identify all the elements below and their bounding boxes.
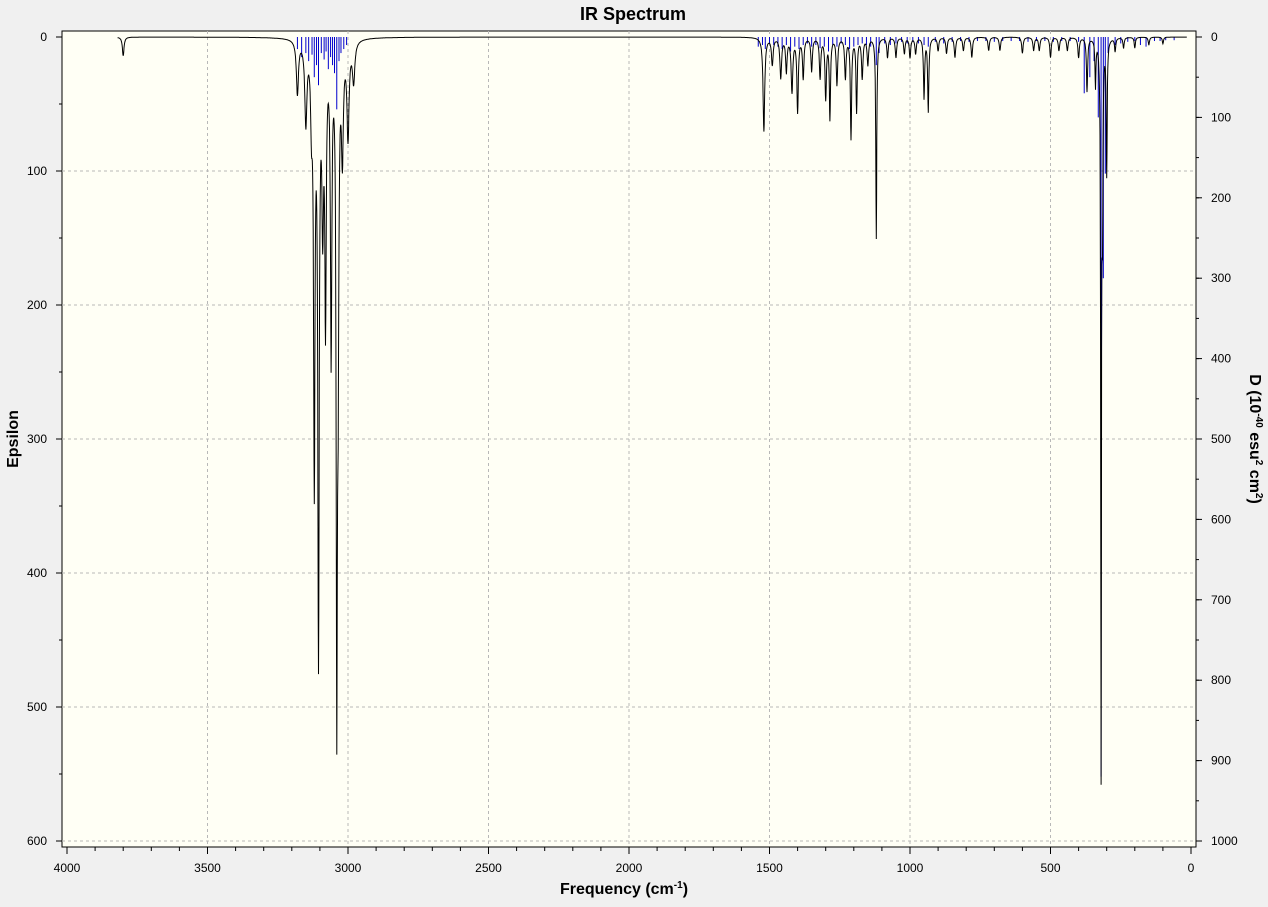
y-right-label-tail: ) (1246, 498, 1263, 503)
y-right-tick-label: 0 (1211, 30, 1218, 44)
y-right-tick-label: 400 (1211, 352, 1231, 366)
y-right-tick-label: 600 (1211, 512, 1231, 526)
y-left-tick-label: 400 (27, 566, 47, 580)
chart-svg: IR Spectrum 4000 3500 3000 2500 2000 1500 1000… (0, 0, 1268, 902)
y-left-tick-label: 300 (27, 432, 47, 446)
x-tick-label: 4000 (54, 861, 81, 875)
y-left-tick-label: 0 (40, 30, 47, 44)
x-axis-label: Frequency (cm-1) (560, 880, 688, 898)
x-tick-label: 500 (1040, 861, 1060, 875)
y-right-tick-label: 800 (1211, 673, 1231, 687)
x-tick-label: 2000 (616, 861, 643, 875)
x-tick-label: 1500 (756, 861, 783, 875)
x-tick-label: 3000 (335, 861, 362, 875)
y-right-tick-label: 100 (1211, 110, 1231, 124)
chart-title: IR Spectrum (580, 4, 686, 24)
y-right-tick-label: 500 (1211, 432, 1231, 446)
x-axis-label-main: Frequency (cm (560, 881, 674, 898)
y-left-tick-label: 100 (27, 164, 47, 178)
y-right-tick-label: 300 (1211, 271, 1231, 285)
x-tick-label: 0 (1188, 861, 1195, 875)
y-left-tick-label: 200 (27, 298, 47, 312)
y-right-tick-label: 200 (1211, 191, 1231, 205)
y-right-tick-label: 700 (1211, 593, 1231, 607)
ir-spectrum-chart: IR Spectrum 4000 3500 3000 2500 2000 1500 1000… (0, 0, 1268, 902)
y-right-tick-label: 900 (1211, 754, 1231, 768)
x-tick-label: 1000 (897, 861, 924, 875)
y-left-tick-label: 600 (27, 834, 47, 848)
y-right-tick-label: 1000 (1211, 834, 1238, 848)
y-axis-right-label: D (10-40 esu2 cm2) (1246, 374, 1264, 504)
y-axis-left-label: Epsilon (5, 410, 22, 468)
y-right-label-main: D (10 (1246, 374, 1263, 413)
x-tick-label: 3500 (194, 861, 221, 875)
y-right-label-sup1: -40 (1253, 413, 1264, 428)
y-right-label-mid: esu (1246, 428, 1263, 460)
x-axis-label-tail: ) (683, 881, 688, 898)
x-tick-label: 2500 (475, 861, 502, 875)
y-right-label-mid2: cm (1246, 465, 1263, 493)
y-left-tick-label: 500 (27, 700, 47, 714)
